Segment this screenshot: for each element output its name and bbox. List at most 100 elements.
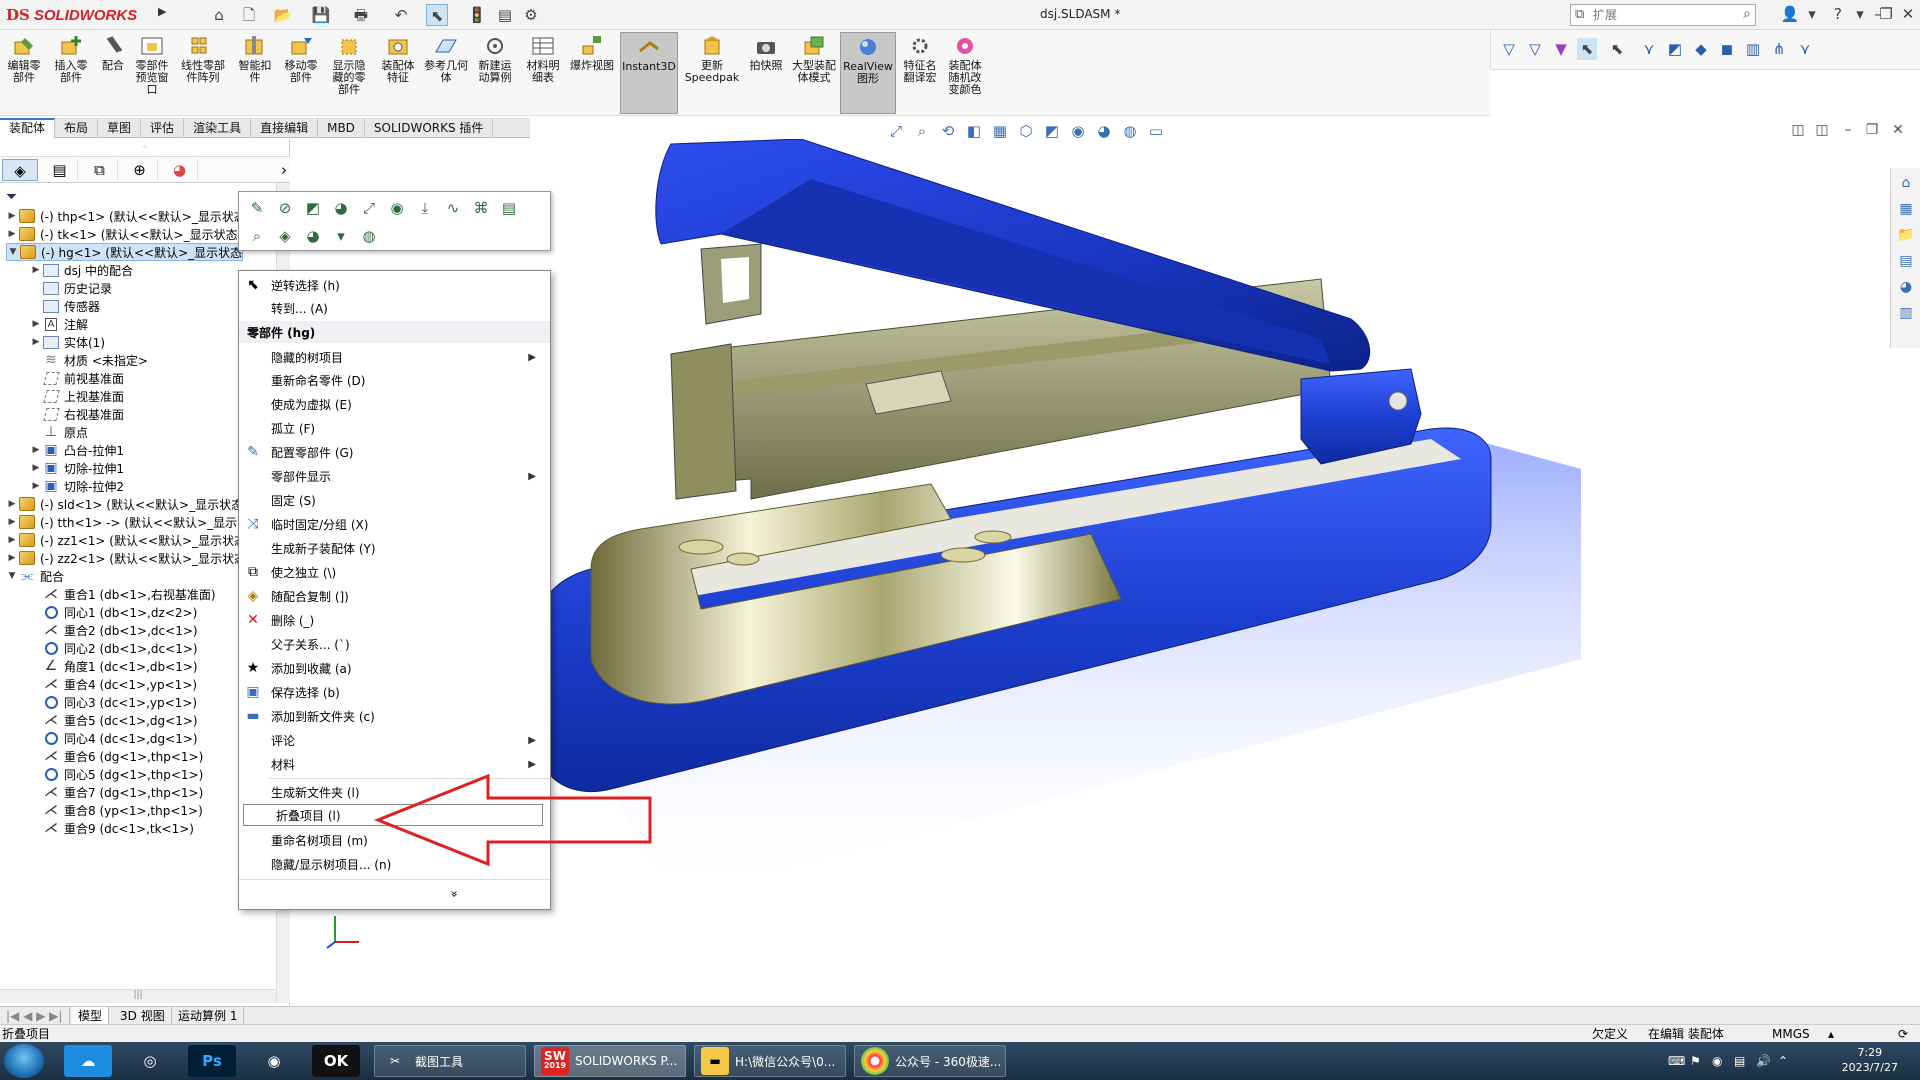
displaymanager-tab-icon[interactable]: ◕	[162, 159, 198, 181]
menu-save-selection[interactable]: ▣ 保存选择 (b)	[239, 681, 550, 703]
keyboard-icon[interactable]: ⌨	[1668, 1054, 1685, 1068]
clock[interactable]: 7:29 2023/7/27	[1842, 1045, 1898, 1075]
change-transparency-icon[interactable]: ◩	[301, 196, 325, 220]
expand-arrow-icon[interactable]: ▶	[30, 319, 42, 329]
tree-mate-concentric3[interactable]: 同心3 (dc<1>,yp<1>)	[30, 693, 197, 711]
tab-sketch[interactable]: 草图	[98, 118, 142, 138]
tree-solid-bodies[interactable]: ▶ 实体(1)	[30, 333, 105, 351]
app-icon-inkjet[interactable]: ◉	[250, 1045, 298, 1077]
task-snipping-tool[interactable]: ✂ 截图工具	[374, 1045, 526, 1077]
view-mates-icon[interactable]: ⌘	[469, 196, 493, 220]
task-solidworks[interactable]: SW 2019 SOLIDWORKS P...	[534, 1045, 686, 1077]
new-motion-study-button[interactable]: 新建运动算例	[474, 32, 516, 114]
tree-component-thp[interactable]: ▶ (-) thp<1> (默认<<默认>_显示状态	[6, 207, 246, 225]
show-hidden-components-button[interactable]: 显示隐藏的零部件	[328, 32, 370, 114]
expand-arrow-icon[interactable]: ▶	[30, 463, 42, 473]
color-icon[interactable]: ◕	[301, 224, 325, 248]
realview-graphics-button[interactable]: RealView图形	[840, 32, 896, 114]
update-speedpak-button[interactable]: 更新Speedpak	[684, 32, 740, 114]
expand-arrow-icon[interactable]: ▶	[30, 445, 42, 455]
edit-component-button[interactable]: 编辑零部件	[4, 32, 44, 114]
menu-add-to-favorites[interactable]: ★ 添加到收藏 (a)	[239, 657, 550, 679]
tree-component-tk[interactable]: ▶ (-) tk<1> (默认<<默认>_显示状态	[6, 225, 238, 243]
menu-rename-part[interactable]: 重新命名零件 (D)	[239, 369, 550, 391]
home-icon[interactable]: ⌂	[208, 4, 230, 26]
open-icon[interactable]: 📂	[272, 4, 294, 26]
tray-expand-icon[interactable]: ⌃	[1778, 1054, 1788, 1068]
tab-evaluate[interactable]: 评估	[141, 118, 185, 138]
expand-arrow-icon[interactable]: ▶	[6, 553, 18, 563]
expand-arrow-icon[interactable]: ▶	[6, 535, 18, 545]
menu-isolate[interactable]: 孤立 (F)	[239, 417, 550, 439]
tree-right-plane[interactable]: 右视基准面	[30, 405, 124, 423]
tree-mate-coincident9[interactable]: ⋌ 重合9 (dc<1>,tk<1>)	[30, 819, 194, 837]
expand-arrow-icon[interactable]: ▶	[6, 499, 18, 509]
tree-mate-coincident4[interactable]: ⋌ 重合4 (dc<1>,yp<1>)	[30, 675, 197, 693]
task-360-browser[interactable]: 公众号 - 360极速...	[854, 1045, 1006, 1077]
save-icon[interactable]: 💾	[310, 4, 332, 26]
design-library-icon[interactable]: ▦	[1895, 198, 1917, 220]
featuremanager-tab-icon[interactable]: ◈	[2, 159, 38, 181]
solidworks-resources-icon[interactable]: ⌂	[1895, 172, 1917, 194]
propertymanager-tab-icon[interactable]: ▤	[42, 159, 78, 181]
tab-layout[interactable]: 布局	[55, 118, 99, 138]
expand-arrow-icon[interactable]: ▶	[30, 265, 42, 275]
tree-mate-angle1[interactable]: ∠ 角度1 (dc<1>,db<1>)	[30, 657, 198, 675]
zoom-to-selection-icon[interactable]: ⌕	[245, 224, 269, 248]
apply-appearance-icon[interactable]: ◍	[357, 224, 381, 248]
expand-arrow-icon[interactable]: ▶	[30, 481, 42, 491]
panel-splitter[interactable]: ◦	[0, 139, 290, 157]
tree-cut-extrude2[interactable]: ▶ ▣ 切除-拉伸2	[30, 477, 124, 495]
tree-mate-coincident6[interactable]: ⋌ 重合6 (dg<1>,thp<1>)	[30, 747, 203, 765]
tree-history[interactable]: 历史记录	[30, 279, 112, 297]
menu-go-to[interactable]: 转到... (A)	[239, 297, 550, 319]
filter-icon[interactable]: ▽	[1499, 38, 1519, 60]
tab-direct-editing[interactable]: 直接编辑	[251, 118, 319, 138]
smart-fasteners-button[interactable]: 智能扣件	[234, 32, 276, 114]
user-icon[interactable]: 👤	[1780, 5, 1800, 23]
hide-components-icon[interactable]: ⊘	[273, 196, 297, 220]
filter-more-icon[interactable]: ⋎	[1795, 38, 1815, 60]
tree-component-hg[interactable]: ▼ (-) hg<1> (默认<<默认>_显示状态	[6, 243, 244, 261]
filter-axis-icon[interactable]: ⋔	[1769, 38, 1789, 60]
tab-assembly[interactable]: 装配体	[0, 118, 56, 138]
filter-faces-icon[interactable]: ◆	[1691, 38, 1711, 60]
tree-cut-extrude1[interactable]: ▶ ▣ 切除-拉伸1	[30, 459, 124, 477]
filter-toggle-icon[interactable]: ▼	[1551, 38, 1571, 60]
tree-mate-coincident2[interactable]: ⋌ 重合2 (db<1>,dc<1>)	[30, 621, 198, 639]
tree-horizontal-scrollbar[interactable]: |||	[0, 989, 276, 1003]
open-part-icon[interactable]: ◈	[273, 224, 297, 248]
reference-geometry-button[interactable]: 参考几何体	[424, 32, 468, 114]
tab-motion-study-1[interactable]: 运动算例 1	[172, 1007, 245, 1025]
search-box[interactable]: ⧉ ⌕	[1570, 4, 1756, 26]
select-pointer-icon[interactable]: ⬉	[426, 4, 448, 26]
filter-edges-icon[interactable]: ◩	[1665, 38, 1685, 60]
menu-add-to-new-folder[interactable]: ▬ 添加到新文件夹 (c)	[239, 705, 550, 727]
random-color-button[interactable]: 装配体随机改变颜色	[944, 32, 986, 114]
app-icon-edge[interactable]: ◎	[126, 1045, 174, 1077]
doc-restore-icon[interactable]: ❐	[1862, 122, 1882, 138]
configurationmanager-tab-icon[interactable]: ⧉	[82, 159, 118, 181]
tree-component-tth[interactable]: ▶ (-) tth<1> -> (默认<<默认>_显示	[6, 513, 237, 531]
menu-form-new-subassembly[interactable]: 生成新子装配体 (Y)	[239, 537, 550, 559]
menu-copy-with-mates[interactable]: ◈ 随配合复制 (])	[239, 585, 550, 607]
menu-temp-fix-group[interactable]: ⤨ 临时固定/分组 (X)	[239, 513, 550, 535]
tree-filter-icon[interactable]: ⏷	[6, 189, 17, 205]
tree-component-zz2[interactable]: ▶ (-) zz2<1> (默认<<默认>_显示状态	[6, 549, 246, 567]
print-icon[interactable]: 🖶	[350, 4, 372, 26]
solidworks-logo[interactable]: DS SOLIDWORKS	[6, 3, 156, 27]
tree-material[interactable]: ≋ 材质 <未指定>	[30, 351, 148, 369]
filter-vertices-icon[interactable]: ⋎	[1639, 38, 1659, 60]
tree-mate-coincident5[interactable]: ⋌ 重合5 (dc<1>,dg<1>)	[30, 711, 198, 729]
appearance-icon[interactable]: ◕	[329, 196, 353, 220]
collapse-arrow-icon[interactable]: ▼	[7, 247, 19, 257]
tree-annotations[interactable]: ▶ A 注解	[30, 315, 88, 333]
tree-front-plane[interactable]: 前视基准面	[30, 369, 124, 387]
instant3d-button[interactable]: Instant3D	[620, 32, 678, 114]
task-explorer[interactable]: ▬ H:\微信公众号\0...	[694, 1045, 846, 1077]
tree-mate-concentric5[interactable]: 同心5 (dg<1>,thp<1>)	[30, 765, 203, 783]
linear-pattern-button[interactable]: 线性零部件阵列	[178, 32, 228, 114]
volume-icon[interactable]: 🔊	[1756, 1054, 1771, 1068]
tree-component-sld[interactable]: ▶ (-) sld<1> (默认<<默认>_显示状态	[6, 495, 243, 513]
help-dropdown-icon[interactable]: ▾	[1850, 5, 1870, 23]
